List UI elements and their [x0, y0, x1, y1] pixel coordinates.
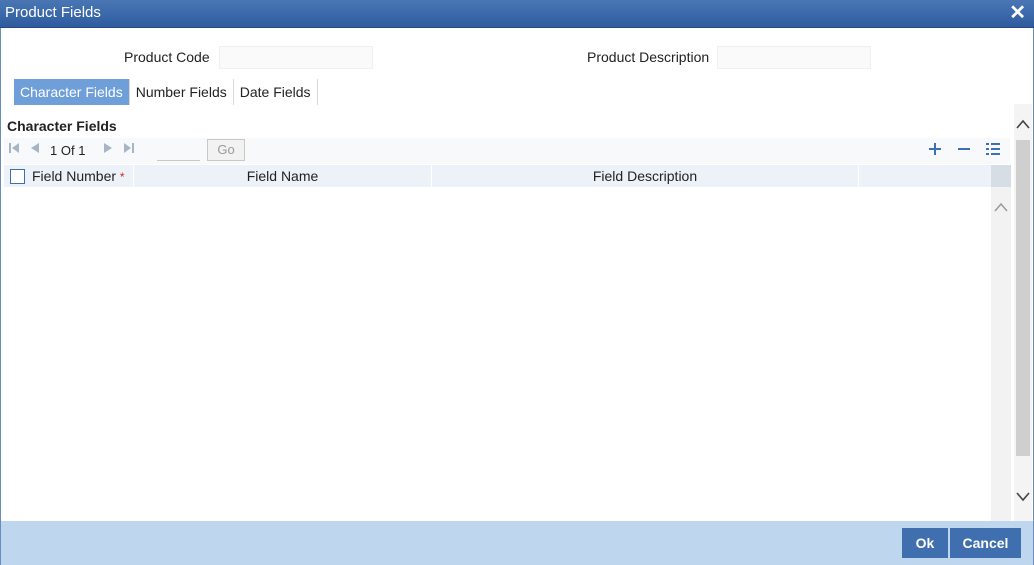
tab-bar: Character Fields Number Fields Date Fiel… [14, 79, 318, 105]
tab-date-fields[interactable]: Date Fields [234, 79, 318, 105]
last-page-icon[interactable] [123, 142, 135, 157]
section-title: Character Fields [7, 118, 117, 134]
prev-page-icon[interactable] [29, 142, 41, 157]
tab-character-fields[interactable]: Character Fields [14, 79, 130, 105]
close-icon[interactable]: ✕ [1009, 2, 1026, 24]
dialog-footer: Ok Cancel [1, 521, 1033, 565]
delete-row-icon[interactable] [957, 140, 971, 160]
product-description-label: Product Description [587, 49, 710, 65]
ok-button[interactable]: Ok [902, 528, 948, 558]
column-field-number[interactable]: Field Number * [32, 165, 134, 187]
add-row-icon[interactable] [928, 140, 942, 160]
grid-header-corner [991, 165, 1011, 187]
go-button[interactable]: Go [207, 139, 245, 161]
grid-body [4, 187, 991, 521]
scroll-up-icon[interactable] [1016, 116, 1030, 132]
column-field-description[interactable]: Field Description [432, 165, 859, 187]
window-title: Product Fields [5, 4, 101, 21]
page-number-input[interactable] [157, 140, 200, 161]
product-code-label: Product Code [124, 49, 210, 65]
tab-number-fields[interactable]: Number Fields [130, 79, 234, 105]
page-scrollbar[interactable] [1014, 104, 1032, 521]
column-field-number-label: Field Number [32, 168, 117, 184]
grid-scrollbar[interactable] [991, 187, 1011, 521]
product-code-field[interactable] [219, 46, 373, 69]
first-page-icon[interactable] [8, 142, 20, 157]
grid-header: Field Number * Field Name Field Descript… [4, 165, 991, 187]
page-of-label: Of [60, 143, 75, 158]
cancel-button[interactable]: Cancel [950, 528, 1021, 558]
grid-toolbar: 1 Of 1 Go [4, 138, 1010, 164]
scroll-down-icon[interactable] [1016, 489, 1030, 505]
scroll-up-icon[interactable] [994, 199, 1008, 215]
product-description-field[interactable] [717, 46, 871, 69]
required-marker: * [119, 170, 125, 184]
title-bar: Product Fields ✕ [0, 0, 1034, 28]
next-page-icon[interactable] [102, 142, 114, 157]
page-info: 1 Of 1 [50, 143, 85, 158]
single-view-icon[interactable] [986, 140, 1000, 160]
page-total: 1 [78, 143, 86, 158]
page-current: 1 [50, 143, 58, 158]
scrollbar-thumb[interactable] [1016, 140, 1030, 456]
select-all-checkbox[interactable] [10, 169, 25, 184]
column-field-name[interactable]: Field Name [134, 165, 432, 187]
